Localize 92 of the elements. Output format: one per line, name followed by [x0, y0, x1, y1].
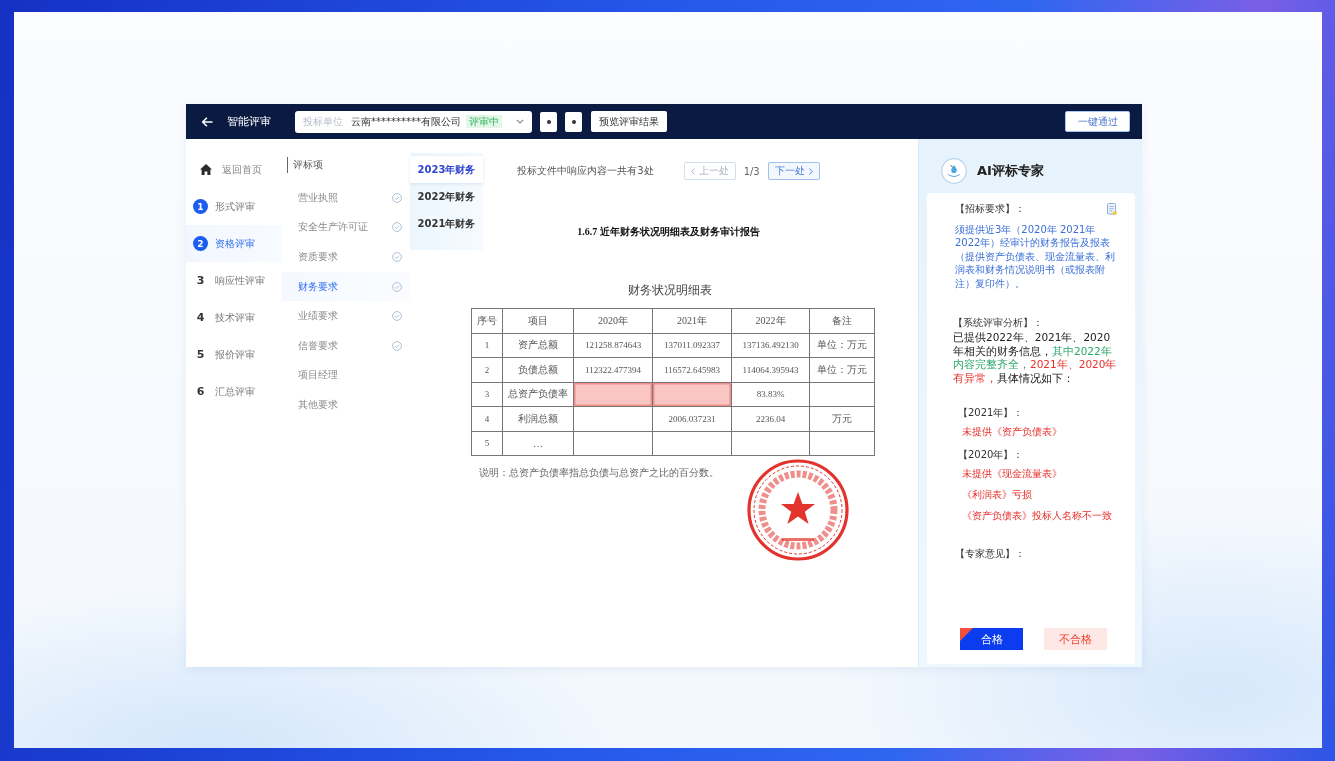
table-header-cell: 2022年 — [731, 308, 810, 333]
section-title: 1.6.7 近年财务状况明细表及财务审计报告 — [577, 225, 760, 239]
page-indicator: 1/3 — [743, 165, 760, 177]
criteria-item[interactable]: 其他要求 — [282, 390, 410, 420]
app-title: 智能评审 — [227, 114, 271, 129]
table-cell: 2 — [471, 357, 503, 382]
criteria-item[interactable]: 营业执照 — [282, 183, 410, 213]
section-heading: 【专家意见】： — [955, 547, 1026, 562]
step-number: 6 — [196, 385, 205, 398]
step-item[interactable]: 3 响应性评审 — [186, 262, 282, 299]
table-header-cell: 序号 — [471, 308, 503, 333]
table-cell: 137136.492130 — [731, 333, 810, 358]
back-button[interactable] — [200, 114, 214, 129]
table-cell: 单位：万元 — [809, 357, 875, 382]
approve-all-button[interactable]: 一键通过 — [1065, 111, 1130, 132]
pass-button[interactable]: 合格 — [960, 628, 1023, 650]
table-header-cell: 2021年 — [652, 308, 732, 333]
table-cell: 137011.092337 — [652, 333, 732, 358]
note-text: 说明：总资产负债率指总负债与总资产之比的百分数。 — [478, 466, 719, 480]
criteria-item[interactable]: 项目经理 — [282, 360, 410, 391]
table-cell: 总资产负债率 — [502, 382, 574, 407]
dot-icon — [571, 119, 576, 124]
select-label: 投标单位 — [303, 114, 343, 129]
arrow-left-icon — [201, 116, 213, 127]
section-heading: 【招标要求】： — [955, 202, 1025, 216]
table-cell: 116572.645983 — [652, 357, 732, 382]
dot-button[interactable] — [540, 111, 557, 132]
table-cell: 3 — [471, 382, 503, 407]
fail-button[interactable]: 不合格 — [1044, 628, 1107, 650]
table-cell: 2006.037231 — [652, 406, 732, 431]
criteria-item[interactable]: 资质要求 — [282, 242, 410, 272]
table-cell: 利润总额 — [502, 406, 574, 431]
chevron-left-icon — [690, 167, 695, 175]
status-tag: 评审中 — [466, 115, 502, 128]
section-heading: 【系统评审分析】： — [953, 316, 1044, 331]
step-number: 1 — [193, 199, 208, 214]
table-cell: … — [502, 431, 574, 456]
finding-issue: 未提供《资产负债表》 — [961, 425, 1063, 440]
panel-title: AI评标专家 — [977, 162, 1044, 180]
step-item[interactable]: 6 汇总评审 — [186, 373, 282, 410]
step-item[interactable]: 1 形式评审 — [186, 188, 282, 225]
finding-issue: 未提供《现金流量表》 — [961, 467, 1063, 482]
finding-issue: 《资产负债表》投标人名称不一致 — [961, 509, 1113, 524]
requirement-text: 须提供近3年（2020年 2021年 2022年）经审计的财务报告及报表（提供资产负债表、现金流量表、利润表和财务情况说明书（或报表附注）复印件）。 — [955, 223, 1116, 291]
table-cell: 1 — [471, 333, 503, 358]
corner-ribbon-icon — [960, 628, 973, 641]
year-tab[interactable]: 2023年财务 — [410, 156, 483, 183]
dot-icon — [546, 119, 551, 124]
home-link[interactable]: 返回首页 — [186, 151, 282, 188]
year-tab[interactable]: 2022年财务 — [410, 183, 483, 210]
select-value: 云南**********有限公司 — [351, 114, 461, 129]
year-tab[interactable]: 2021年财务 — [410, 210, 483, 237]
table-cell: 5 — [471, 431, 503, 456]
chevron-down-icon — [516, 119, 524, 124]
chevron-right-icon — [808, 167, 813, 175]
criteria-item[interactable]: 财务要求 — [282, 271, 410, 302]
table-cell: 112322.477394 — [573, 357, 653, 382]
finding-issue: 《利润表》亏损 — [961, 488, 1033, 503]
bidder-select[interactable]: 投标单位 云南**********有限公司 评审中 — [295, 110, 532, 133]
pager-summary: 投标文件中响应内容一共有3处 — [517, 164, 654, 178]
table-header-cell: 备注 — [809, 308, 875, 333]
table-cell: 4 — [471, 406, 503, 431]
step-item[interactable]: 4 技术评审 — [186, 299, 282, 336]
step-number: 5 — [196, 348, 205, 361]
ai-logo-icon — [941, 158, 967, 184]
step-item[interactable]: 2 资格评审 — [186, 225, 282, 262]
table-cell: 114064.395943 — [731, 357, 810, 382]
step-number: 3 — [196, 274, 205, 287]
step-number: 4 — [196, 311, 205, 324]
finding-year: 【2021年】： — [958, 406, 1025, 421]
table-cell: 万元 — [809, 406, 875, 431]
criteria-item[interactable]: 业绩要求 — [282, 301, 410, 331]
table-cell: 121258.874643 — [573, 333, 653, 358]
step-item[interactable]: 5 报价评审 — [186, 336, 282, 373]
analysis-text: 已提供2022年、2021年、2020年相关的财务信息，其中2022年内容完整齐全，2021年、2020年有异常，具体情况如下： — [953, 331, 1117, 386]
finding-year: 【2020年】： — [958, 448, 1025, 463]
table-cell: 负债总额 — [502, 357, 574, 382]
table-header-cell: 项目 — [502, 308, 574, 333]
table-title: 财务状况明细表 — [627, 282, 712, 298]
criteria-item[interactable]: 安全生产许可证 — [282, 212, 410, 243]
home-icon — [200, 164, 212, 175]
table-header-cell: 2020年 — [573, 308, 653, 333]
document-icon — [1107, 203, 1117, 215]
dot-button[interactable] — [565, 111, 582, 132]
preview-button[interactable]: 预览评审结果 — [591, 111, 667, 132]
step-number: 2 — [193, 236, 208, 251]
next-button[interactable]: 下一处 — [767, 162, 820, 180]
criteria-item[interactable]: 信誉要求 — [282, 330, 410, 361]
table-cell: 资产总额 — [502, 333, 574, 358]
table-cell: 83.83% — [731, 382, 810, 407]
table-cell: 单位：万元 — [809, 333, 875, 358]
table-cell: 2236.04 — [731, 406, 810, 431]
